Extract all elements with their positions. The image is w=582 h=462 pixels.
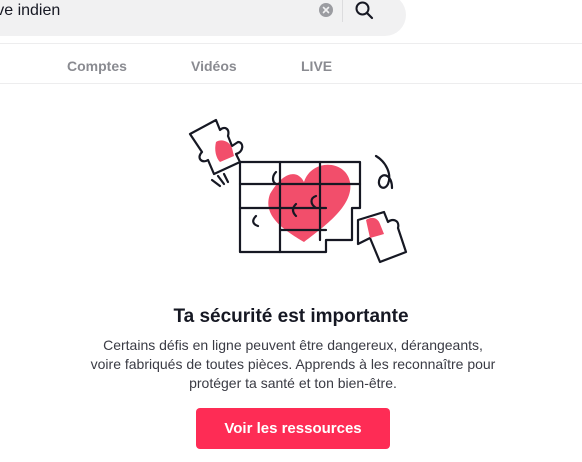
tab-live[interactable]: LIVE <box>301 58 332 74</box>
search-divider <box>342 0 343 22</box>
safety-description: Certains défis en ligne peuvent être dan… <box>60 336 526 393</box>
description-line: voire fabriqués de toutes pièces. Appren… <box>90 356 496 372</box>
tabs-divider <box>0 83 582 84</box>
description-line: protéger ta santé et ton bien-être. <box>189 375 397 391</box>
tab-comptes[interactable]: Comptes <box>67 58 127 74</box>
tab-videos[interactable]: Vidéos <box>191 58 237 74</box>
view-resources-button[interactable]: Voir les ressources <box>196 408 390 449</box>
puzzle-heart-illustration <box>188 118 408 264</box>
page-title: Ta sécurité est importante <box>173 306 409 327</box>
search-input[interactable]: rêve indien <box>0 2 60 20</box>
clear-icon[interactable] <box>319 3 333 17</box>
description-line: Certains défis en ligne peuvent être dan… <box>103 337 483 353</box>
search-icon[interactable] <box>354 0 374 20</box>
search-bar[interactable]: rêve indien <box>0 0 406 36</box>
search-tabs: Comptes Vidéos LIVE <box>0 44 582 84</box>
